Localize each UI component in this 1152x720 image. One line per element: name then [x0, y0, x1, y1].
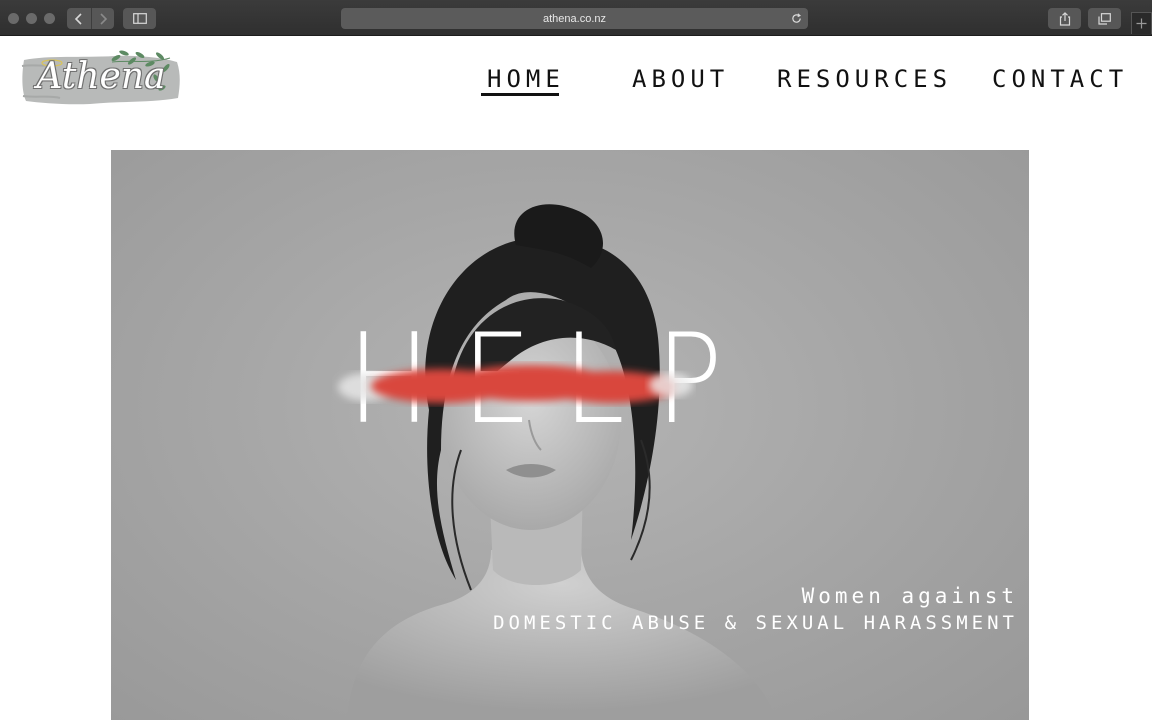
close-window-button[interactable]	[8, 13, 19, 24]
url-text: athena.co.nz	[543, 12, 606, 25]
share-icon	[1059, 11, 1070, 26]
site-logo[interactable]: Athena	[20, 46, 182, 108]
tabs-overview-icon	[1098, 12, 1111, 25]
reload-button[interactable]	[789, 11, 804, 26]
chevron-right-icon	[100, 12, 107, 25]
browser-toolbar: athena.co.nz	[0, 0, 1152, 36]
hero-tagline-line2: DOMESTIC ABUSE & SEXUAL HARASSMENT	[493, 612, 1018, 634]
hero-banner: HELP Women against DOMESTIC ABUSE & SEXU…	[111, 150, 1029, 720]
nav-home[interactable]: HOME	[487, 64, 565, 94]
share-button[interactable]	[1048, 8, 1081, 29]
nav-contact[interactable]: CONTACT	[992, 64, 1128, 94]
red-smear-graphic	[338, 365, 693, 403]
forward-button[interactable]	[90, 8, 115, 29]
nav-about[interactable]: ABOUT	[632, 64, 729, 94]
active-nav-underline	[481, 93, 559, 96]
new-tab-button[interactable]	[1131, 12, 1152, 34]
address-bar[interactable]: athena.co.nz	[341, 8, 808, 29]
minimize-window-button[interactable]	[26, 13, 37, 24]
sidebar-icon	[132, 13, 147, 24]
hero-tagline-line1: Women against	[801, 584, 1018, 608]
tab-overview-button[interactable]	[1088, 8, 1121, 29]
reload-icon	[792, 13, 801, 23]
zoom-window-button[interactable]	[44, 13, 55, 24]
plus-icon	[1136, 18, 1147, 29]
chevron-left-icon	[74, 12, 82, 25]
nav-resources[interactable]: RESOURCES	[777, 64, 952, 94]
history-nav	[67, 8, 114, 29]
sidebar-toggle-button[interactable]	[123, 8, 156, 29]
logo-text: Athena	[36, 56, 166, 97]
back-button[interactable]	[67, 8, 91, 29]
